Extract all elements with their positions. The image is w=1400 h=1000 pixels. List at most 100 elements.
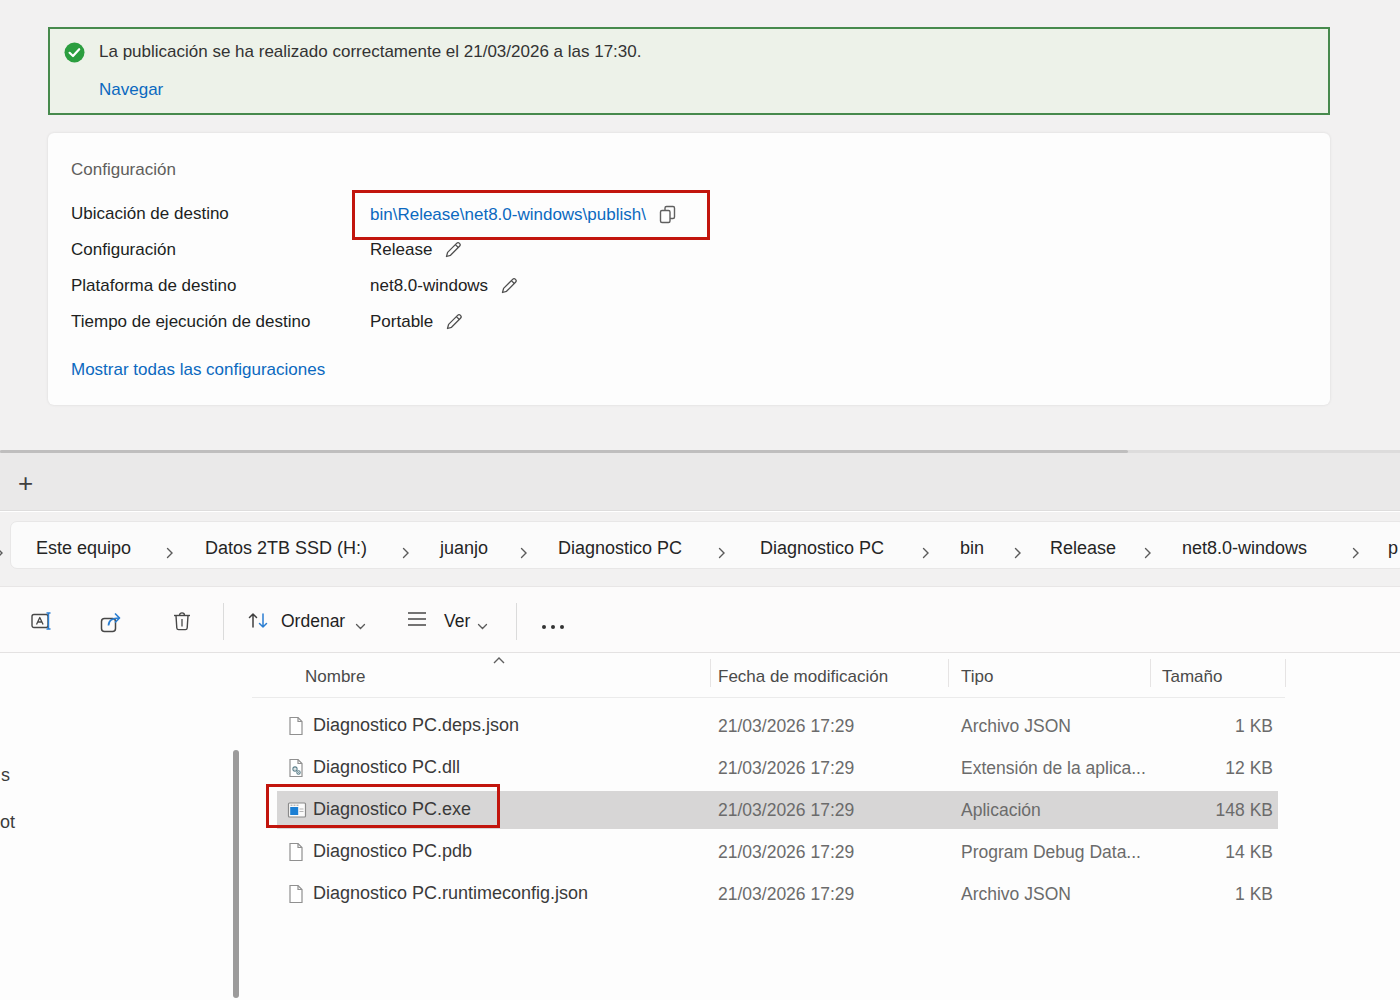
file-size: 148 KB xyxy=(1216,800,1273,821)
config-section-title: Configuración xyxy=(71,160,176,180)
dll-file-icon xyxy=(287,758,305,782)
show-all-configurations-link[interactable]: Mostrar todas las configuraciones xyxy=(71,360,325,380)
explorer-tab-bar: + xyxy=(0,453,1400,511)
column-header-size[interactable]: Tamaño xyxy=(1162,667,1222,687)
breadcrumb-chevron-icon[interactable] xyxy=(166,545,174,563)
pencil-icon[interactable] xyxy=(443,240,463,260)
config-row-value-text[interactable]: bin\Release\net8.0-windows\publish\ xyxy=(370,205,646,225)
new-tab-button[interactable]: + xyxy=(18,470,33,496)
explorer-command-bar: Ordenar Ver xyxy=(0,586,1400,653)
breadcrumb-chevron-icon[interactable] xyxy=(0,545,4,563)
column-header-type[interactable]: Tipo xyxy=(961,667,993,687)
file-row[interactable]: Diagnostico PC.runtimeconfig.json 21/03/2… xyxy=(252,873,1400,915)
file-type: Aplicación xyxy=(961,800,1041,821)
file-type: Archivo JSON xyxy=(961,884,1071,905)
file-list: Nombre Fecha de modificación Tipo Tamaño… xyxy=(252,653,1400,1000)
breadcrumb-item[interactable]: Release xyxy=(1050,538,1116,559)
breadcrumb-item[interactable]: Datos 2TB SSD (H:) xyxy=(205,538,367,559)
file-type: Program Debug Data... xyxy=(961,842,1141,863)
chevron-down-icon[interactable] xyxy=(355,617,366,635)
file-date: 21/03/2026 17:29 xyxy=(718,884,854,905)
nav-pane-item-truncated[interactable]: ot xyxy=(0,812,15,833)
copy-icon[interactable] xyxy=(657,204,678,225)
file-type: Extensión de la aplica... xyxy=(961,758,1146,779)
column-header-name[interactable]: Nombre xyxy=(305,667,365,687)
view-button-label[interactable]: Ver xyxy=(444,611,470,632)
file-name: Diagnostico PC.exe xyxy=(313,799,471,820)
pencil-icon[interactable] xyxy=(444,312,464,332)
breadcrumb-item[interactable]: Diagnostico PC xyxy=(760,538,884,559)
nav-pane-item-truncated[interactable]: s xyxy=(1,765,10,786)
explorer-content: s ot Nombre Fecha de modificación Tipo Ta… xyxy=(0,653,1400,1000)
breadcrumb-chevron-icon[interactable] xyxy=(402,545,410,563)
breadcrumb-chevron-icon[interactable] xyxy=(922,545,930,563)
column-separator[interactable] xyxy=(1285,659,1286,687)
rename-icon[interactable] xyxy=(31,610,54,636)
file-icon xyxy=(287,884,305,908)
file-name: Diagnostico PC.deps.json xyxy=(313,715,519,736)
file-name: Diagnostico PC.runtimeconfig.json xyxy=(313,883,588,904)
config-row-label: Configuración xyxy=(71,240,176,260)
file-date: 21/03/2026 17:29 xyxy=(718,842,854,863)
sort-ascending-caret-icon xyxy=(492,656,506,665)
file-size: 12 KB xyxy=(1225,758,1273,779)
file-row[interactable]: Diagnostico PC.deps.json 21/03/2026 17:29… xyxy=(252,705,1400,747)
publish-target-path-link[interactable]: bin\Release\net8.0-windows\publish\ xyxy=(370,204,678,225)
config-row-value[interactable]: Release xyxy=(370,240,463,260)
success-check-icon xyxy=(64,42,85,63)
sort-button-label[interactable]: Ordenar xyxy=(281,611,345,632)
config-row-value-text: Release xyxy=(370,240,432,260)
config-row-label: Plataforma de destino xyxy=(71,276,236,296)
column-separator[interactable] xyxy=(710,659,711,687)
file-date: 21/03/2026 17:29 xyxy=(718,758,854,779)
explorer-address-bar: Este equipo Datos 2TB SSD (H:) juanjo Diagn… xyxy=(0,512,1400,586)
publish-config-panel: Configuración Ubicación de destinobin\Re… xyxy=(48,133,1330,405)
nav-pane-scrollbar[interactable] xyxy=(233,750,239,998)
breadcrumb-item[interactable]: bin xyxy=(960,538,984,559)
publish-success-message: La publicación se ha realizado correctam… xyxy=(99,41,641,63)
toolbar-separator xyxy=(223,603,224,640)
column-separator[interactable] xyxy=(948,659,949,687)
file-icon xyxy=(287,842,305,866)
publish-success-banner: La publicación se ha realizado correctam… xyxy=(48,27,1330,115)
exe-file-icon xyxy=(287,800,307,824)
breadcrumb-chevron-icon[interactable] xyxy=(718,545,726,563)
config-row-value-text: Portable xyxy=(370,312,433,332)
breadcrumb-item[interactable]: Diagnostico PC xyxy=(558,538,682,559)
file-type: Archivo JSON xyxy=(961,716,1071,737)
share-icon[interactable] xyxy=(99,610,125,638)
chevron-down-icon[interactable] xyxy=(477,617,488,635)
breadcrumb-item[interactable]: p xyxy=(1388,538,1398,559)
file-icon xyxy=(287,716,305,740)
file-date: 21/03/2026 17:29 xyxy=(718,716,854,737)
view-icon[interactable] xyxy=(406,610,429,632)
file-row[interactable]: Diagnostico PC.exe 21/03/2026 17:29 Aplica… xyxy=(252,789,1400,831)
more-options-icon[interactable] xyxy=(539,617,567,635)
config-row-value[interactable]: Portable xyxy=(370,312,464,332)
file-size: 1 KB xyxy=(1235,884,1273,905)
toolbar-separator xyxy=(516,603,517,640)
breadcrumb-chevron-icon[interactable] xyxy=(1144,545,1152,563)
breadcrumb-item[interactable]: juanjo xyxy=(440,538,488,559)
breadcrumb-chevron-icon[interactable] xyxy=(520,545,528,563)
file-date: 21/03/2026 17:29 xyxy=(718,800,854,821)
breadcrumb-chevron-icon[interactable] xyxy=(1352,545,1360,563)
pencil-icon[interactable] xyxy=(499,276,519,296)
file-row[interactable]: Diagnostico PC.pdb 21/03/2026 17:29 Progra… xyxy=(252,831,1400,873)
file-name: Diagnostico PC.dll xyxy=(313,757,460,778)
column-separator[interactable] xyxy=(1150,659,1151,687)
breadcrumb-item[interactable]: net8.0-windows xyxy=(1182,538,1307,559)
navigate-link[interactable]: Navegar xyxy=(99,79,163,101)
breadcrumb-item[interactable]: Este equipo xyxy=(36,538,131,559)
header-underline xyxy=(252,697,1285,698)
config-row-value[interactable]: net8.0-windows xyxy=(370,276,519,296)
file-name: Diagnostico PC.pdb xyxy=(313,841,472,862)
sort-icon[interactable] xyxy=(246,610,271,635)
file-row[interactable]: Diagnostico PC.dll 21/03/2026 17:29 Extens… xyxy=(252,747,1400,789)
delete-icon[interactable] xyxy=(171,610,193,636)
column-header-date[interactable]: Fecha de modificación xyxy=(718,667,888,687)
breadcrumb-chevron-icon[interactable] xyxy=(1014,545,1022,563)
config-row-label: Tiempo de ejecución de destino xyxy=(71,312,310,332)
config-row-value-text: net8.0-windows xyxy=(370,276,488,296)
vs-publish-pane: La publicación se ha realizado correctam… xyxy=(0,0,1400,452)
